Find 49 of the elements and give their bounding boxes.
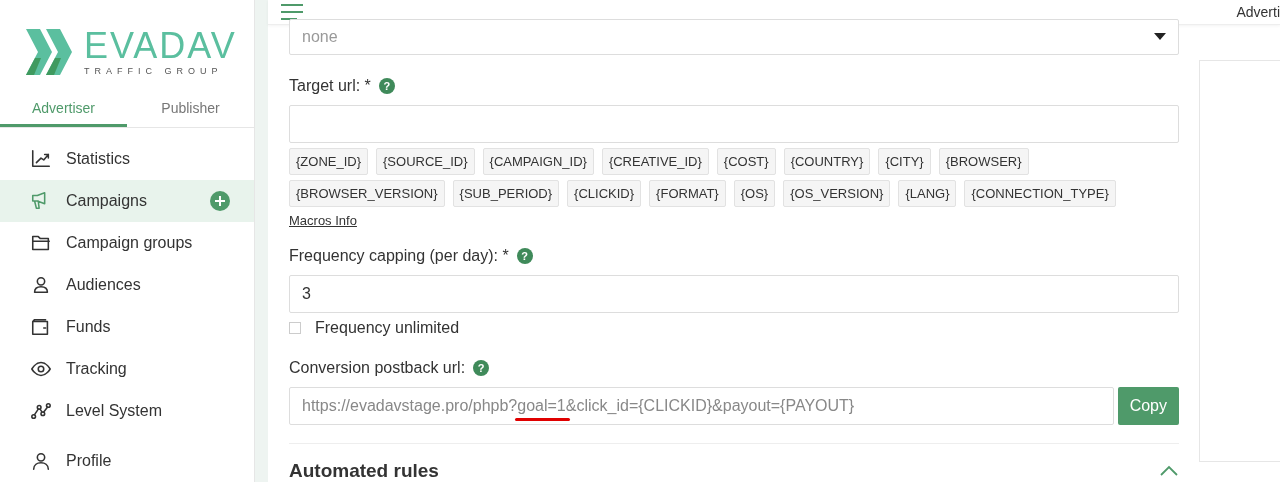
macro-tag[interactable]: {BROWSER_VERSION} bbox=[289, 180, 445, 207]
brand-name: EVADAV bbox=[84, 28, 237, 64]
macro-tag[interactable]: {COUNTRY} bbox=[783, 148, 871, 175]
macros-info-link[interactable]: Macros Info bbox=[289, 213, 357, 228]
macro-tag[interactable]: {OS} bbox=[733, 180, 776, 207]
macro-tag[interactable]: {CAMPAIGN_ID} bbox=[482, 148, 594, 175]
macro-tag[interactable]: {ZONE_ID} bbox=[289, 148, 369, 175]
macro-tag[interactable]: {CREATIVE_ID} bbox=[601, 148, 709, 175]
field-label: Target url: * bbox=[289, 77, 371, 95]
macro-tag[interactable]: {SUB_PERIOD} bbox=[452, 180, 560, 207]
checkbox[interactable] bbox=[289, 322, 301, 334]
sidebar-item[interactable]: Profile bbox=[0, 440, 254, 482]
add-icon[interactable] bbox=[210, 191, 230, 211]
help-button[interactable]: ? bbox=[473, 360, 490, 376]
menu-icon[interactable] bbox=[280, 2, 304, 22]
chart-icon bbox=[30, 148, 52, 170]
sidebar-item[interactable]: Funds bbox=[0, 306, 254, 348]
field-label: Frequency capping (per day): * bbox=[289, 247, 509, 265]
help-button[interactable]: ? bbox=[516, 248, 533, 264]
macro-tag[interactable]: {FORMAT} bbox=[649, 180, 726, 207]
macro-tag[interactable]: {BROWSER} bbox=[938, 148, 1029, 175]
sidebar-item[interactable]: Statistics bbox=[0, 138, 254, 180]
input-field[interactable]: 3 bbox=[289, 275, 1179, 313]
macro-tag[interactable]: {CITY} bbox=[878, 148, 931, 175]
macro-tag[interactable]: {LANG} bbox=[898, 180, 957, 207]
field-label: Conversion postback url: bbox=[289, 359, 466, 377]
caret-icon bbox=[1154, 33, 1166, 41]
section-title: Automated rules bbox=[289, 460, 439, 482]
sidebar-item[interactable]: Campaigns bbox=[0, 180, 254, 222]
macro-tag[interactable]: {SOURCE_ID} bbox=[376, 148, 475, 175]
user-icon bbox=[30, 450, 52, 472]
macro-tag[interactable]: {CONNECTION_TYPE} bbox=[964, 180, 1116, 207]
input-field[interactable] bbox=[289, 105, 1179, 143]
macro-tag[interactable]: {CLICKID} bbox=[567, 180, 642, 207]
role-tab[interactable]: Publisher bbox=[127, 90, 254, 127]
brand-tagline: TRAFFIC GROUP bbox=[84, 66, 224, 76]
checkbox-label: Frequency unlimited bbox=[315, 319, 460, 337]
sidebar-item[interactable]: Audiences bbox=[0, 264, 254, 306]
chevrons-logo-icon bbox=[26, 29, 74, 75]
help-button[interactable]: ? bbox=[378, 78, 395, 94]
macro-tag[interactable]: {OS_VERSION} bbox=[783, 180, 891, 207]
chevron-up-icon[interactable] bbox=[1159, 465, 1179, 477]
input-field[interactable]: https://evadavstage.pro/phpb?goal=1&click_id={CLICKID}&payout={PAYOUT} bbox=[289, 387, 1114, 425]
line-chart-icon bbox=[30, 400, 52, 422]
sidebar-item[interactable]: Level System bbox=[0, 390, 254, 432]
account-label[interactable]: Adverti bbox=[1236, 4, 1280, 20]
macro-tag[interactable]: {COST} bbox=[716, 148, 776, 175]
sidebar-item[interactable]: Tracking bbox=[0, 348, 254, 390]
sidebar-item[interactable]: Campaign groups bbox=[0, 222, 254, 264]
